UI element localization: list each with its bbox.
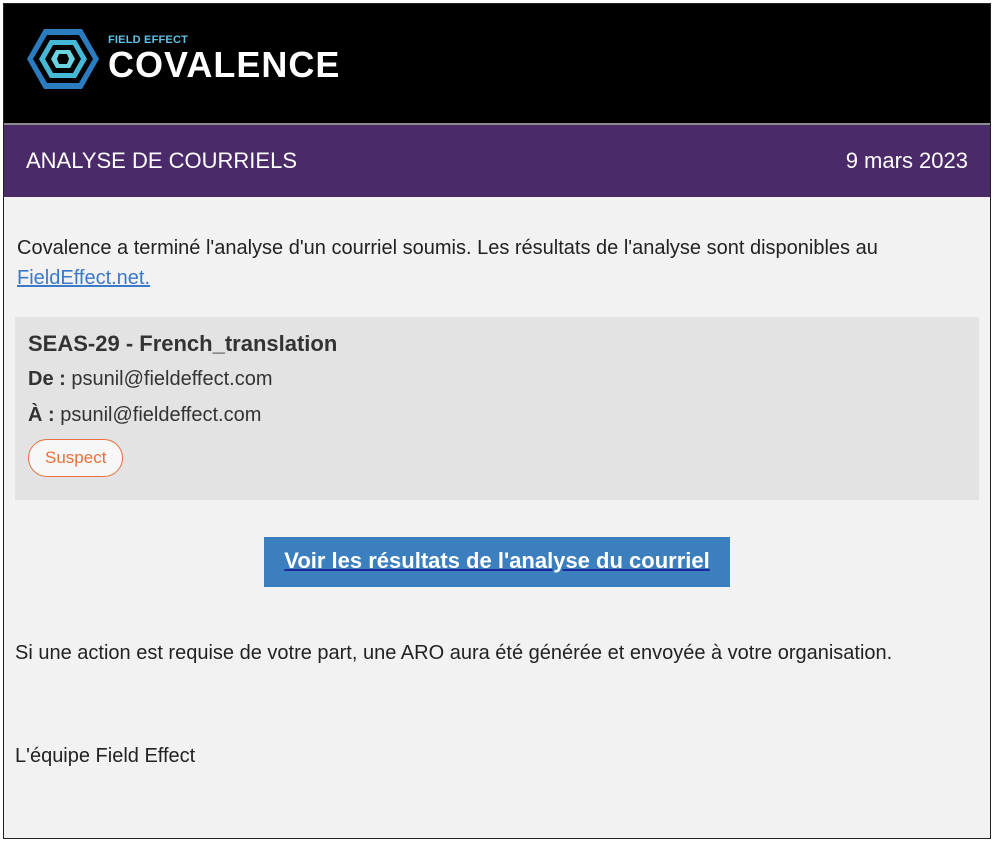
from-label: De :	[28, 368, 66, 390]
from-value: psunil@fieldeffect.com	[71, 368, 273, 390]
to-value: psunil@fieldeffect.com	[60, 404, 262, 426]
logo-text: FIELD EFFECT COVALENCE	[108, 34, 340, 84]
outro-paragraph: Si une action est requise de votre part,…	[15, 642, 893, 664]
signature: L'équipe Field Effect	[15, 745, 196, 767]
covalence-logo: FIELD EFFECT COVALENCE	[26, 26, 340, 92]
fieldeffect-link[interactable]: FieldEffect.net.	[17, 267, 150, 289]
logo-bar: FIELD EFFECT COVALENCE	[4, 4, 990, 123]
email-body: Covalence a terminé l'analyse d'un courr…	[4, 197, 990, 768]
logo-wordmark: COVALENCE	[108, 44, 341, 85]
view-results-button[interactable]: Voir les résultats de l'analyse du courr…	[264, 537, 730, 587]
submission-title: SEAS-29 - French_translation	[28, 331, 338, 356]
status-badge: Suspect	[28, 439, 124, 477]
cta-wrapper: Voir les résultats de l'analyse du courr…	[15, 537, 979, 587]
hexagon-logo-icon	[27, 29, 99, 89]
submission-card: SEAS-29 - French_translation De : psunil…	[15, 317, 979, 500]
intro-text: Covalence a terminé l'analyse d'un courr…	[17, 237, 878, 259]
email-frame: FIELD EFFECT COVALENCE ANALYSE DE COURRI…	[3, 3, 991, 839]
title-bar: ANALYSE DE COURRIELS 9 mars 2023	[4, 123, 990, 197]
intro-paragraph: Covalence a terminé l'analyse d'un courr…	[15, 233, 979, 293]
to-row: À : psunil@fieldeffect.com	[28, 397, 966, 433]
email-section-title: ANALYSE DE COURRIELS	[26, 148, 298, 173]
to-label: À :	[28, 404, 55, 426]
email-date: 9 mars 2023	[845, 148, 968, 173]
from-row: De : psunil@fieldeffect.com	[28, 361, 966, 397]
